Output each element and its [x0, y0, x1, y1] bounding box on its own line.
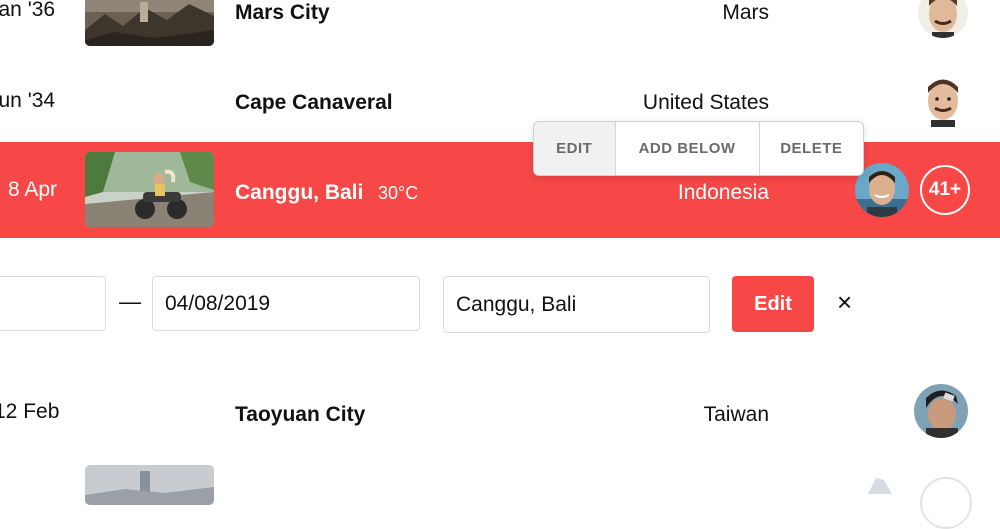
trip-country: Mars	[722, 1, 769, 24]
trip-temperature: 30°C	[378, 183, 419, 203]
trip-country: Taiwan	[703, 403, 769, 426]
trip-thumbnail	[85, 0, 214, 46]
trip-city: Mars City	[235, 1, 330, 24]
trip-thumbnail	[85, 152, 214, 227]
end-date-field[interactable]: 04/08/2019	[152, 276, 420, 331]
close-icon[interactable]: ×	[837, 287, 852, 318]
traveler-avatar	[862, 474, 902, 494]
submit-edit-button[interactable]: Edit	[732, 276, 814, 332]
trip-city: Canggu, Bali	[235, 181, 364, 204]
menu-item-edit[interactable]: EDIT	[534, 122, 616, 175]
trip-country: Indonesia	[677, 181, 769, 204]
trip-date: Jun '34	[0, 89, 56, 112]
edit-trip-form: — 04/08/2019 Canggu, Bali Edit ×	[0, 262, 1000, 346]
row-context-menu: EDIT ADD BELOW DELETE	[533, 121, 864, 176]
traveler-avatar	[918, 0, 968, 38]
trip-row-taoyuan[interactable]: 12 Feb Taoyuan City Taiwan	[0, 380, 1000, 444]
location-field[interactable]: Canggu, Bali	[443, 276, 710, 333]
more-travelers-badge[interactable]: 41+	[920, 165, 970, 215]
trip-date: Jan '36	[0, 0, 56, 21]
trip-date: 8 Apr	[8, 178, 58, 201]
traveler-avatar	[918, 73, 968, 127]
trip-row-mars-city[interactable]: Jan '36 Mars City Mars	[0, 0, 1000, 48]
menu-item-delete[interactable]: DELETE	[760, 122, 863, 175]
trip-country: United States	[642, 91, 769, 114]
trip-row-partial[interactable]	[0, 460, 1000, 529]
trip-thumbnail	[85, 465, 214, 505]
trip-city: Taoyuan City	[235, 403, 366, 426]
trip-city: Cape Canaveral	[235, 91, 393, 114]
start-date-field[interactable]	[0, 276, 106, 331]
trip-date: 12 Feb	[0, 400, 60, 423]
traveler-avatar	[914, 384, 968, 438]
date-range-separator: —	[119, 289, 141, 314]
more-travelers-badge[interactable]	[920, 477, 972, 529]
menu-item-add-below[interactable]: ADD BELOW	[616, 122, 760, 175]
